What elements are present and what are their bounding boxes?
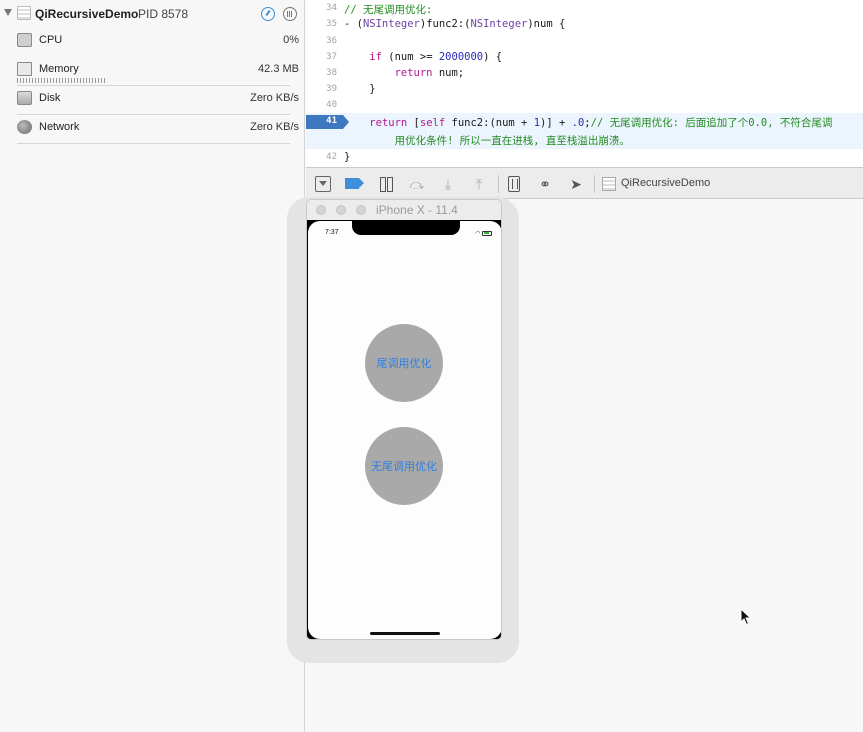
no-tail-call-button[interactable]: 无尾调用优化	[365, 427, 443, 505]
gauge-value: Zero KB/s	[250, 121, 299, 133]
code-text: return [self func2:(num + 1)] + .0;// 无尾…	[369, 117, 833, 129]
memory-graph-icon[interactable]: ⚭	[537, 176, 553, 192]
console-toggle-icon[interactable]	[315, 176, 331, 192]
battery-icon	[482, 230, 492, 236]
close-window-button[interactable]	[316, 205, 326, 215]
status-icons: ◠	[475, 230, 492, 237]
debug-bar: ⤼ ⤓ ⤒ ⚭ ➤ QiRecursiveDemo	[306, 167, 863, 199]
line-number: 37	[326, 52, 337, 62]
app-icon	[17, 6, 31, 20]
line-number: 34	[326, 3, 337, 13]
breakpoint-indicator[interactable]: 41	[306, 115, 349, 129]
mouse-cursor-icon	[740, 608, 752, 626]
gauge-cpu[interactable]: CPU 0%	[0, 28, 305, 57]
breakpoints-icon[interactable]	[345, 178, 364, 189]
gauge-label: Disk	[39, 92, 61, 104]
code-line[interactable]: 34 // 无尾调用优化:	[306, 0, 863, 17]
threads-icon[interactable]	[283, 7, 297, 21]
code-line[interactable]: 38 return num;	[306, 65, 863, 82]
code-line[interactable]: 39 }	[306, 81, 863, 98]
cpu-icon	[17, 33, 32, 47]
simulator-window[interactable]: iPhone X - 11.4 7:37 ◠ 尾调用优化 无尾调用优化	[306, 199, 502, 640]
divider	[594, 175, 595, 193]
gauge-label: CPU	[39, 34, 63, 46]
scheme-icon	[602, 177, 616, 191]
home-indicator[interactable]	[370, 632, 440, 635]
code-text: // 无尾调用优化:	[344, 4, 433, 16]
gauge-disk[interactable]: Disk Zero KB/s	[0, 86, 305, 115]
pause-icon[interactable]	[378, 176, 394, 192]
status-time: 7:37	[325, 229, 339, 236]
code-text: }	[344, 151, 351, 163]
gauge-value: 42.3 MB	[258, 63, 299, 75]
iphone-frame: 7:37 ◠ 尾调用优化 无尾调用优化	[307, 220, 501, 639]
code-line-current[interactable]: 41 return [self func2:(num + 1)] + .0;//…	[306, 113, 863, 149]
disk-icon	[17, 91, 32, 105]
scheme-label[interactable]: QiRecursiveDemo	[621, 177, 710, 189]
gauge-value: 0%	[283, 34, 299, 46]
view-debugger-icon[interactable]	[508, 176, 520, 192]
code-text-wrapped: 用优化条件! 所以一直在进栈, 直至栈溢出崩溃。	[344, 135, 630, 147]
divider	[498, 175, 499, 193]
debug-navigator: QiRecursiveDemo PID 8578 CPU 0% Memory 4…	[0, 0, 305, 732]
disclosure-triangle-icon[interactable]	[4, 9, 12, 16]
location-icon[interactable]: ➤	[568, 176, 584, 192]
process-row[interactable]: QiRecursiveDemo PID 8578	[0, 0, 305, 28]
step-into-icon[interactable]: ⤓	[440, 176, 456, 192]
code-text: return num;	[394, 67, 465, 79]
network-globe-icon	[17, 120, 32, 134]
memory-sparkline	[17, 78, 106, 83]
step-over-icon[interactable]: ⤼	[409, 176, 425, 192]
gauge-value: Zero KB/s	[250, 92, 299, 104]
simulator-titlebar[interactable]: iPhone X - 11.4	[307, 200, 501, 220]
notch	[352, 221, 460, 235]
simulator-title: iPhone X - 11.4	[376, 203, 458, 217]
process-name: QiRecursiveDemo	[35, 7, 139, 21]
line-number: 35	[326, 19, 337, 29]
tail-call-button[interactable]: 尾调用优化	[365, 324, 443, 402]
memory-icon	[17, 62, 32, 76]
minimize-window-button[interactable]	[336, 205, 346, 215]
process-pid: PID 8578	[138, 7, 189, 21]
gauge-label: Network	[39, 121, 80, 133]
code-line[interactable]: 40	[306, 97, 863, 114]
source-editor[interactable]: 34 // 无尾调用优化: 35 - (NSInteger)func2:(NSI…	[306, 0, 863, 167]
code-text: - (NSInteger)func2:(NSInteger)num {	[344, 18, 566, 30]
gauge-icon[interactable]	[261, 7, 275, 21]
gauge-network[interactable]: Network Zero KB/s	[0, 115, 305, 144]
code-text: if (num >= 2000000) {	[369, 51, 503, 63]
line-number: 42	[326, 152, 337, 162]
wifi-icon: ◠	[475, 231, 481, 237]
code-text: }	[344, 83, 376, 95]
code-line[interactable]: 42 }	[306, 149, 863, 166]
code-line[interactable]: 37 if (num >= 2000000) {	[306, 49, 863, 66]
code-line[interactable]: 35 - (NSInteger)func2:(NSInteger)num {	[306, 16, 863, 33]
line-number: 40	[326, 100, 337, 110]
gauge-label: Memory	[39, 63, 79, 75]
code-line[interactable]: 36	[306, 33, 863, 50]
line-number: 36	[326, 36, 337, 46]
device-screen[interactable]: 7:37 ◠ 尾调用优化 无尾调用优化	[308, 221, 501, 639]
gauge-memory[interactable]: Memory 42.3 MB	[0, 57, 305, 86]
divider	[17, 143, 290, 144]
line-number: 39	[326, 84, 337, 94]
zoom-window-button[interactable]	[356, 205, 366, 215]
line-number: 38	[326, 68, 337, 78]
step-out-icon[interactable]: ⤒	[471, 176, 487, 192]
